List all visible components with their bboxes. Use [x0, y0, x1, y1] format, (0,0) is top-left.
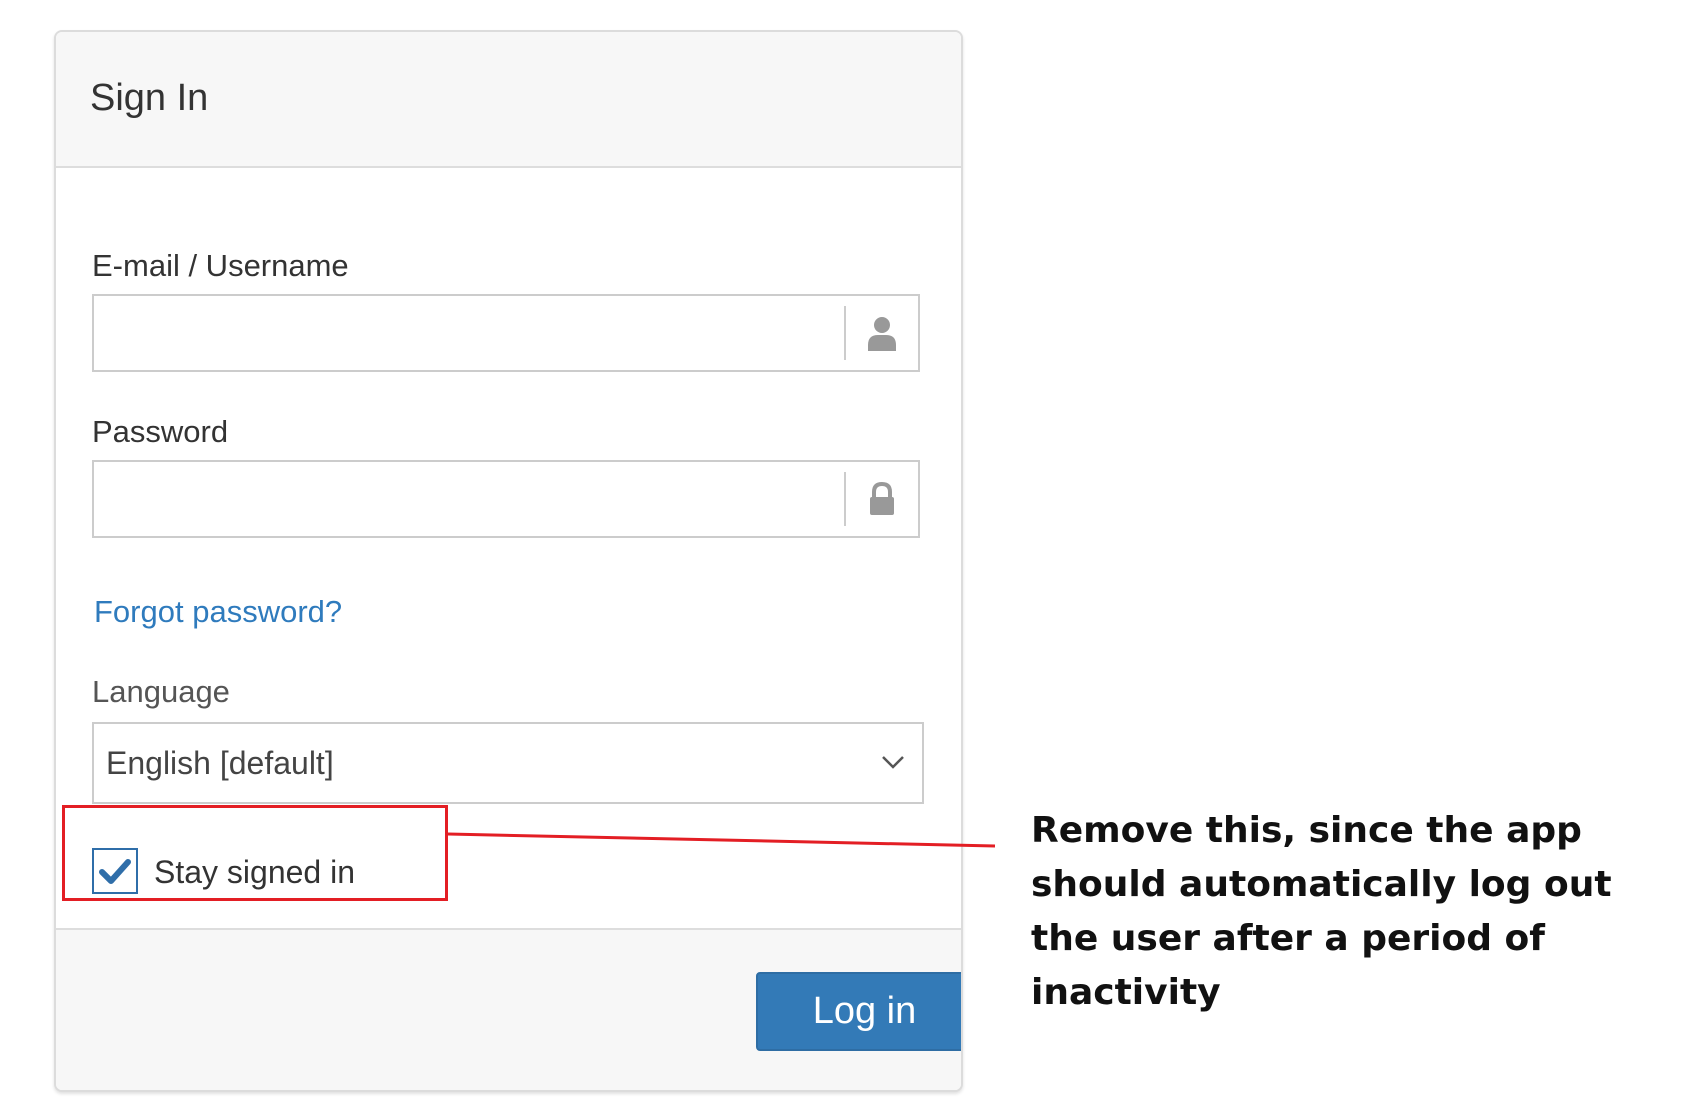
annotation-text: Remove this, since the app should automa… — [1031, 810, 1612, 1013]
